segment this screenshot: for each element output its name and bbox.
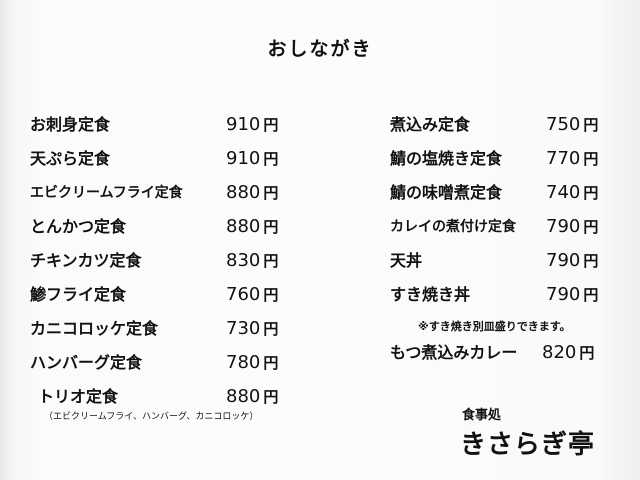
menu-title: おしながき <box>267 38 373 60</box>
yen-unit: 円 <box>583 184 599 202</box>
yen-unit: 円 <box>579 344 595 362</box>
item-name: すき焼き丼 <box>390 285 471 304</box>
item-name: とんかつ定食 <box>30 217 127 236</box>
menu-item-trio: トリオ定食 880 円 <box>38 384 300 410</box>
item-price: 790 円 <box>546 250 599 271</box>
menu-item-sashimi: お刺身定食 910 円 <box>30 112 300 138</box>
item-price: 750 円 <box>546 114 599 135</box>
menu-item-hamburg: ハンバーグ定食 780 円 <box>30 350 300 376</box>
yen-unit: 円 <box>263 286 279 304</box>
item-name: エビクリームフライ定食 <box>30 185 183 201</box>
item-price: 730 円 <box>226 318 279 339</box>
item-price: 770 円 <box>546 148 599 169</box>
menu-item-saba-misoni: 鯖の味噌煮定食 740 円 <box>390 180 615 206</box>
menu-item-chicken-katsu: チキンカツ定食 830 円 <box>30 248 300 274</box>
shop-subtitle: 食事処 <box>462 408 502 423</box>
menu-item-tendon: 天丼 790 円 <box>390 248 615 274</box>
item-name: 天丼 <box>390 251 423 270</box>
item-name: 鯖の塩焼き定食 <box>390 149 503 168</box>
menu-item-saba-shioyaki: 鯖の塩焼き定食 770 円 <box>390 146 615 172</box>
yen-unit: 円 <box>263 116 279 134</box>
item-price: 760 円 <box>226 284 279 305</box>
menu-item-crab-croquette: カニコロッケ定食 730 円 <box>30 316 300 342</box>
yen-unit: 円 <box>263 218 279 236</box>
menu-item-ebi-cream-fry: エビクリームフライ定食 880 円 <box>30 180 300 206</box>
menu-item-nikomi: 煮込み定食 750 円 <box>390 112 615 138</box>
item-name: 鯵フライ定食 <box>30 285 127 304</box>
shop-name: きさらぎ亭 <box>460 430 596 460</box>
menu-item-aji-fry: 鯵フライ定食 760 円 <box>30 282 300 308</box>
item-name: 鯖の味噌煮定食 <box>390 183 503 202</box>
yen-unit: 円 <box>583 150 599 168</box>
item-price: 820 円 <box>542 342 595 363</box>
item-name: カレイの煮付け定食 <box>390 219 516 235</box>
yen-unit: 円 <box>263 388 279 406</box>
menu-item-tonkatsu: とんかつ定食 880 円 <box>30 214 300 240</box>
yen-unit: 円 <box>583 286 599 304</box>
item-name: カニコロッケ定食 <box>30 319 159 338</box>
item-name: チキンカツ定食 <box>30 251 142 270</box>
menu-board: おしながき お刺身定食 910 円 天ぷら定食 910 円 エビクリームフライ定食 … <box>0 0 640 480</box>
sukiyaki-note: ※すき焼き別皿盛りできます。 <box>418 320 571 333</box>
item-name: ハンバーグ定食 <box>30 353 143 372</box>
item-price: 830 円 <box>226 250 279 271</box>
item-name: もつ煮込みカレー <box>390 343 518 362</box>
yen-unit: 円 <box>263 354 279 372</box>
item-name: トリオ定食 <box>38 387 119 406</box>
item-price: 780 円 <box>226 352 279 373</box>
menu-item-tempura: 天ぷら定食 910 円 <box>30 146 300 172</box>
yen-unit: 円 <box>583 116 599 134</box>
yen-unit: 円 <box>583 218 599 236</box>
menu-item-karei-nitsuke: カレイの煮付け定食 790 円 <box>390 214 615 240</box>
item-price: 910 円 <box>226 148 279 169</box>
item-name: 煮込み定食 <box>390 115 471 134</box>
yen-unit: 円 <box>263 252 279 270</box>
yen-unit: 円 <box>263 320 279 338</box>
item-price: 880 円 <box>226 182 279 203</box>
item-price: 910 円 <box>226 114 279 135</box>
yen-unit: 円 <box>263 150 279 168</box>
item-price: 790 円 <box>546 216 599 237</box>
item-name: お刺身定食 <box>30 115 111 134</box>
item-price: 740 円 <box>546 182 599 203</box>
menu-item-motsu-curry: もつ煮込みカレー 820 円 <box>390 340 615 366</box>
menu-item-sukiyaki-don: すき焼き丼 790 円 <box>390 282 615 308</box>
yen-unit: 円 <box>583 252 599 270</box>
item-price: 880 円 <box>226 216 279 237</box>
item-price: 880 円 <box>226 386 279 407</box>
item-price: 790 円 <box>546 284 599 305</box>
trio-note: （エビクリームフライ、ハンバーグ、カニコロッケ） <box>44 412 259 422</box>
item-name: 天ぷら定食 <box>30 149 111 168</box>
yen-unit: 円 <box>263 184 279 202</box>
